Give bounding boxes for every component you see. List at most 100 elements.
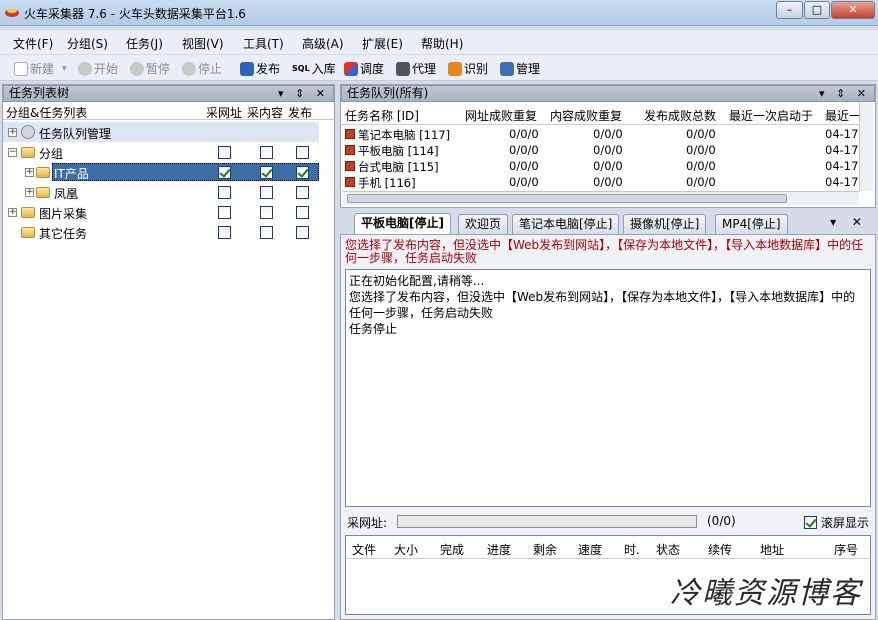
table-row[interactable]: 台式电脑 [115] 0/0/0 0/0/0 0/0/0 04-17 (341, 158, 861, 174)
horizontal-scrollbar[interactable] (343, 191, 859, 205)
log-output[interactable]: 正在初始化配置,请稍等... 您选择了发布内容，但没选中【Web发布到网站】，【… (345, 269, 871, 507)
manage-button[interactable]: 管理 (500, 60, 540, 77)
col-last-start[interactable]: 最近一次启动于 (729, 107, 813, 124)
tab-welcome[interactable]: 欢迎页 (458, 214, 509, 234)
content-checkbox[interactable] (260, 226, 273, 239)
col-task-name[interactable]: 任务名称 [ID] (345, 107, 419, 124)
menu-view[interactable]: 视图(V) (182, 35, 224, 52)
col-resume[interactable]: 续传 (708, 541, 732, 558)
ocr-icon (448, 61, 462, 76)
folder-icon (21, 227, 35, 238)
task-detail-panel: 您选择了发布内容，但没选中【Web发布到网站】，【保存为本地文件】，【导入本地数… (340, 234, 876, 620)
col-done[interactable]: 完成 (440, 541, 464, 558)
url-checkbox[interactable] (218, 186, 231, 199)
url-checkbox[interactable] (218, 206, 231, 219)
collapse-icon[interactable]: − (8, 148, 17, 157)
ocr-button[interactable]: 识别 (448, 60, 488, 77)
tab-controls[interactable]: ▾ ✕ (830, 215, 868, 229)
tree-item-images[interactable]: + 图片采集 (3, 202, 319, 222)
publish-checkbox[interactable] (296, 206, 309, 219)
play-icon (78, 61, 92, 76)
folder-icon (36, 187, 50, 198)
start-button[interactable]: 开始 (78, 60, 118, 77)
gear-icon (21, 125, 35, 139)
tree-item-group[interactable]: − 分组 (3, 142, 319, 162)
table-row[interactable]: 手机 [116] 0/0/0 0/0/0 0/0/0 04-17 (341, 174, 861, 190)
new-button[interactable]: 新建 ▾ (14, 60, 67, 77)
tab-tablet[interactable]: 平板电脑[停止] (354, 213, 451, 235)
publish-checkbox[interactable] (296, 146, 309, 159)
panel-controls[interactable]: ▾ ⇕ ✕ (819, 86, 870, 101)
tree-item-other[interactable]: 其它任务 (3, 222, 319, 242)
col-speed[interactable]: 速度 (578, 541, 602, 558)
url-checkbox[interactable] (218, 166, 231, 179)
menu-group[interactable]: 分组(S) (67, 35, 108, 52)
vertical-scrollbar[interactable] (859, 103, 873, 191)
tree-item-it[interactable]: + IT产品 (3, 162, 319, 182)
url-checkbox[interactable] (218, 146, 231, 159)
expand-icon[interactable]: + (25, 188, 34, 197)
minimize-button[interactable]: – (776, 1, 803, 19)
table-row[interactable]: 平板电脑 [114] 0/0/0 0/0/0 0/0/0 04-17 (341, 142, 861, 158)
col-content-stats[interactable]: 内容成败重复 (550, 107, 622, 124)
col-index[interactable]: 序号 (834, 541, 858, 558)
debug-button[interactable]: 调度 (344, 60, 384, 77)
col-url-stats[interactable]: 网址成败重复 (465, 107, 537, 124)
proxy-button[interactable]: 代理 (396, 60, 436, 77)
maximize-button[interactable]: □ (804, 1, 830, 19)
error-message: 您选择了发布内容，但没选中【Web发布到网站】，【保存为本地文件】，【导入本地数… (345, 238, 864, 265)
expand-icon[interactable]: + (8, 208, 17, 217)
stop-button[interactable]: 停止 (182, 60, 222, 77)
close-button[interactable]: ✕ (831, 1, 875, 19)
col-status[interactable]: 状态 (656, 541, 680, 558)
col-last2[interactable]: 最近一 (825, 107, 861, 124)
col-url[interactable]: 采网址 (206, 104, 242, 121)
col-remaining[interactable]: 剩余 (533, 541, 557, 558)
tab-mp4[interactable]: MP4[停止] (715, 214, 788, 234)
tab-laptop[interactable]: 笔记本电脑[停止] (512, 214, 620, 234)
publish-checkbox[interactable] (296, 186, 309, 199)
publish-button[interactable]: 发布 (240, 60, 280, 77)
scroll-display-checkbox[interactable] (804, 516, 817, 529)
col-progress[interactable]: 进度 (487, 541, 511, 558)
content-checkbox[interactable] (260, 146, 273, 159)
table-row[interactable]: 笔记本电脑 [117] 0/0/0 0/0/0 0/0/0 04-17 (341, 126, 861, 142)
task-queue-header: 任务队列(所有) ▾ ⇕ ✕ (341, 85, 875, 102)
pause-button[interactable]: 暂停 (130, 60, 170, 77)
content-checkbox[interactable] (260, 206, 273, 219)
col-time[interactable]: 时. (624, 541, 640, 558)
menu-advanced[interactable]: 高级(A) (302, 35, 344, 52)
col-size[interactable]: 大小 (394, 541, 418, 558)
tree-item-queue[interactable]: + 任务队列管理 (3, 122, 319, 142)
col-publish[interactable]: 发布 (288, 104, 312, 121)
import-button[interactable]: SQL 入库 (292, 60, 336, 77)
col-publish-stats[interactable]: 发布成败总数 (644, 107, 716, 124)
col-file[interactable]: 文件 (352, 541, 376, 558)
menu-help[interactable]: 帮助(H) (421, 35, 463, 52)
tab-bar: 平板电脑[停止] 欢迎页 笔记本电脑[停止] 摄像机[停止] MP4[停止] ▾… (340, 212, 876, 235)
task-status-icon (345, 161, 355, 171)
menu-extend[interactable]: 扩展(E) (362, 35, 403, 52)
menu-task[interactable]: 任务(J) (126, 35, 163, 52)
tree-item-phoenix[interactable]: + 凤凰 (3, 182, 319, 202)
scroll-thumb[interactable] (347, 194, 787, 203)
panel-controls[interactable]: ▾ ⇕ ✕ (278, 86, 329, 101)
tab-camera[interactable]: 摄像机[停止] (623, 214, 707, 234)
expand-icon[interactable]: + (25, 168, 34, 177)
task-queue-panel: 任务队列(所有) ▾ ⇕ ✕ 任务名称 [ID] 网址成败重复 内容成败重复 发… (340, 84, 876, 208)
col-address[interactable]: 地址 (760, 541, 784, 558)
menu-tools[interactable]: 工具(T) (243, 35, 284, 52)
menu-file[interactable]: 文件(F) (13, 35, 53, 52)
expand-icon[interactable]: + (8, 128, 17, 137)
publish-checkbox[interactable] (296, 226, 309, 239)
content-checkbox[interactable] (260, 166, 273, 179)
sql-database-icon: SQL (292, 63, 310, 73)
task-tree-panel: 任务列表树 ▾ ⇕ ✕ 分组&任务列表 采网址 采内容 发布 + 任务队列管理 … (2, 84, 335, 620)
col-tree[interactable]: 分组&任务列表 (6, 104, 87, 121)
task-status-icon (345, 145, 355, 155)
publish-checkbox[interactable] (296, 166, 309, 179)
content-checkbox[interactable] (260, 186, 273, 199)
url-checkbox[interactable] (218, 226, 231, 239)
dropdown-arrow-icon[interactable]: ▾ (62, 64, 67, 74)
col-content[interactable]: 采内容 (247, 104, 283, 121)
